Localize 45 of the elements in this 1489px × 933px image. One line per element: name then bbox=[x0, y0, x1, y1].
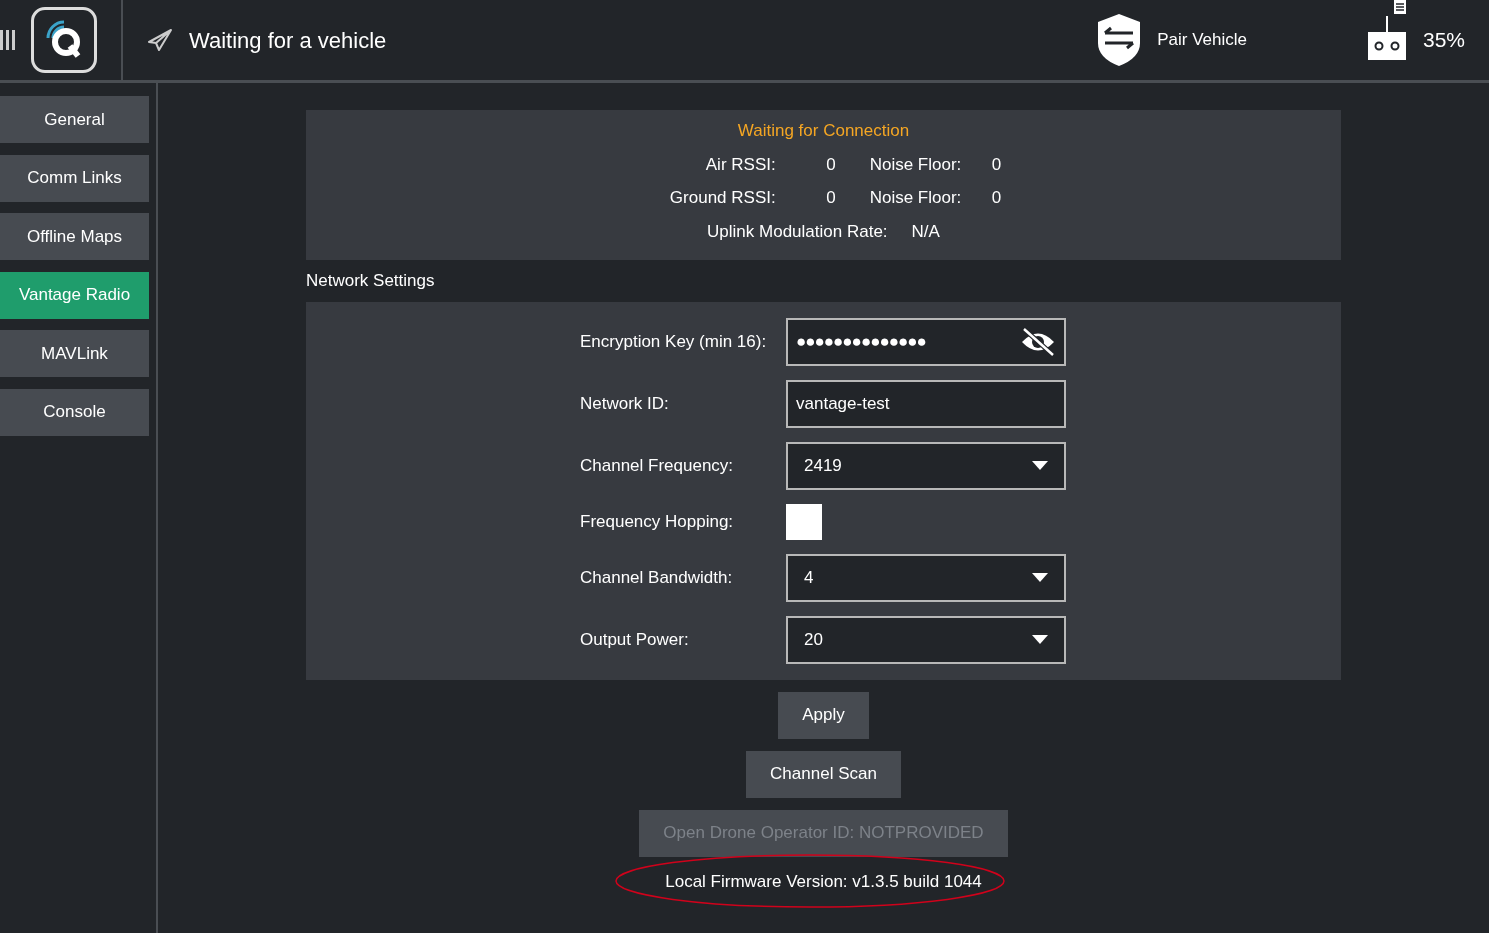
eye-off-icon[interactable] bbox=[1020, 326, 1056, 357]
field-value: 0 bbox=[825, 153, 836, 176]
caret-icon bbox=[1032, 573, 1048, 582]
dropdown[interactable]: 20 bbox=[786, 615, 1066, 664]
dropdown[interactable]: 4 bbox=[786, 553, 1066, 602]
field-label: Noise Floor: bbox=[869, 187, 962, 209]
pair-vehicle-label[interactable]: Pair Vehicle bbox=[1157, 27, 1247, 53]
field-label: Channel Frequency: bbox=[580, 454, 735, 477]
caret-icon bbox=[1032, 635, 1048, 644]
text-field[interactable]: vantage-test bbox=[786, 379, 1066, 428]
action-button[interactable]: Channel Scan bbox=[746, 750, 901, 798]
field-label: Frequency Hopping: bbox=[580, 510, 735, 533]
radio-controller-icon bbox=[1366, 0, 1407, 62]
action-button[interactable]: Apply bbox=[778, 691, 869, 739]
field-label: Air RSSI: bbox=[704, 153, 776, 176]
masked-key: ●●●●●●●●●●●●●● bbox=[796, 328, 1020, 355]
dropdown[interactable]: 2419 bbox=[786, 441, 1066, 490]
sidebar-tab[interactable]: Console bbox=[0, 388, 149, 436]
field-label: Ground RSSI: bbox=[668, 187, 776, 209]
firmware-version: Local Firmware Version: v1.3.5 build 1044 bbox=[665, 871, 982, 891]
field-value: 0 bbox=[825, 187, 836, 209]
battery-percentage: 35% bbox=[1422, 27, 1465, 54]
sidebar-tab[interactable]: Offline Maps bbox=[0, 213, 149, 260]
sidebar-tab[interactable]: Comm Links bbox=[0, 154, 149, 202]
vehicle-status: Waiting for a vehicle bbox=[189, 26, 387, 55]
app-logo[interactable] bbox=[31, 7, 97, 73]
checkbox[interactable] bbox=[786, 503, 822, 540]
caret-icon bbox=[1032, 461, 1048, 470]
field-label: Uplink Modulation Rate: bbox=[707, 220, 888, 243]
field-value: N/A bbox=[911, 220, 940, 243]
password-field[interactable]: ●●●●●●●●●●●●●● bbox=[786, 317, 1066, 366]
field-label: Encryption Key (min 16): bbox=[580, 330, 768, 353]
sidebar-tab[interactable]: General bbox=[0, 96, 149, 143]
paper-plane-icon bbox=[147, 28, 173, 52]
field-value: 0 bbox=[990, 153, 1002, 176]
field-value: 0 bbox=[990, 187, 1002, 209]
section-title: Network Settings bbox=[306, 271, 435, 290]
sidebar-tab[interactable]: MAVLink bbox=[0, 330, 149, 377]
field-label: Network ID: bbox=[580, 392, 670, 415]
field-label: Channel Bandwidth: bbox=[580, 566, 734, 589]
field-label: Noise Floor: bbox=[869, 153, 962, 176]
menu-icon[interactable] bbox=[0, 30, 15, 50]
field-label: Output Power: bbox=[580, 628, 690, 651]
connection-status: Waiting for Connection bbox=[737, 120, 910, 142]
shield-icon[interactable] bbox=[1097, 13, 1142, 67]
